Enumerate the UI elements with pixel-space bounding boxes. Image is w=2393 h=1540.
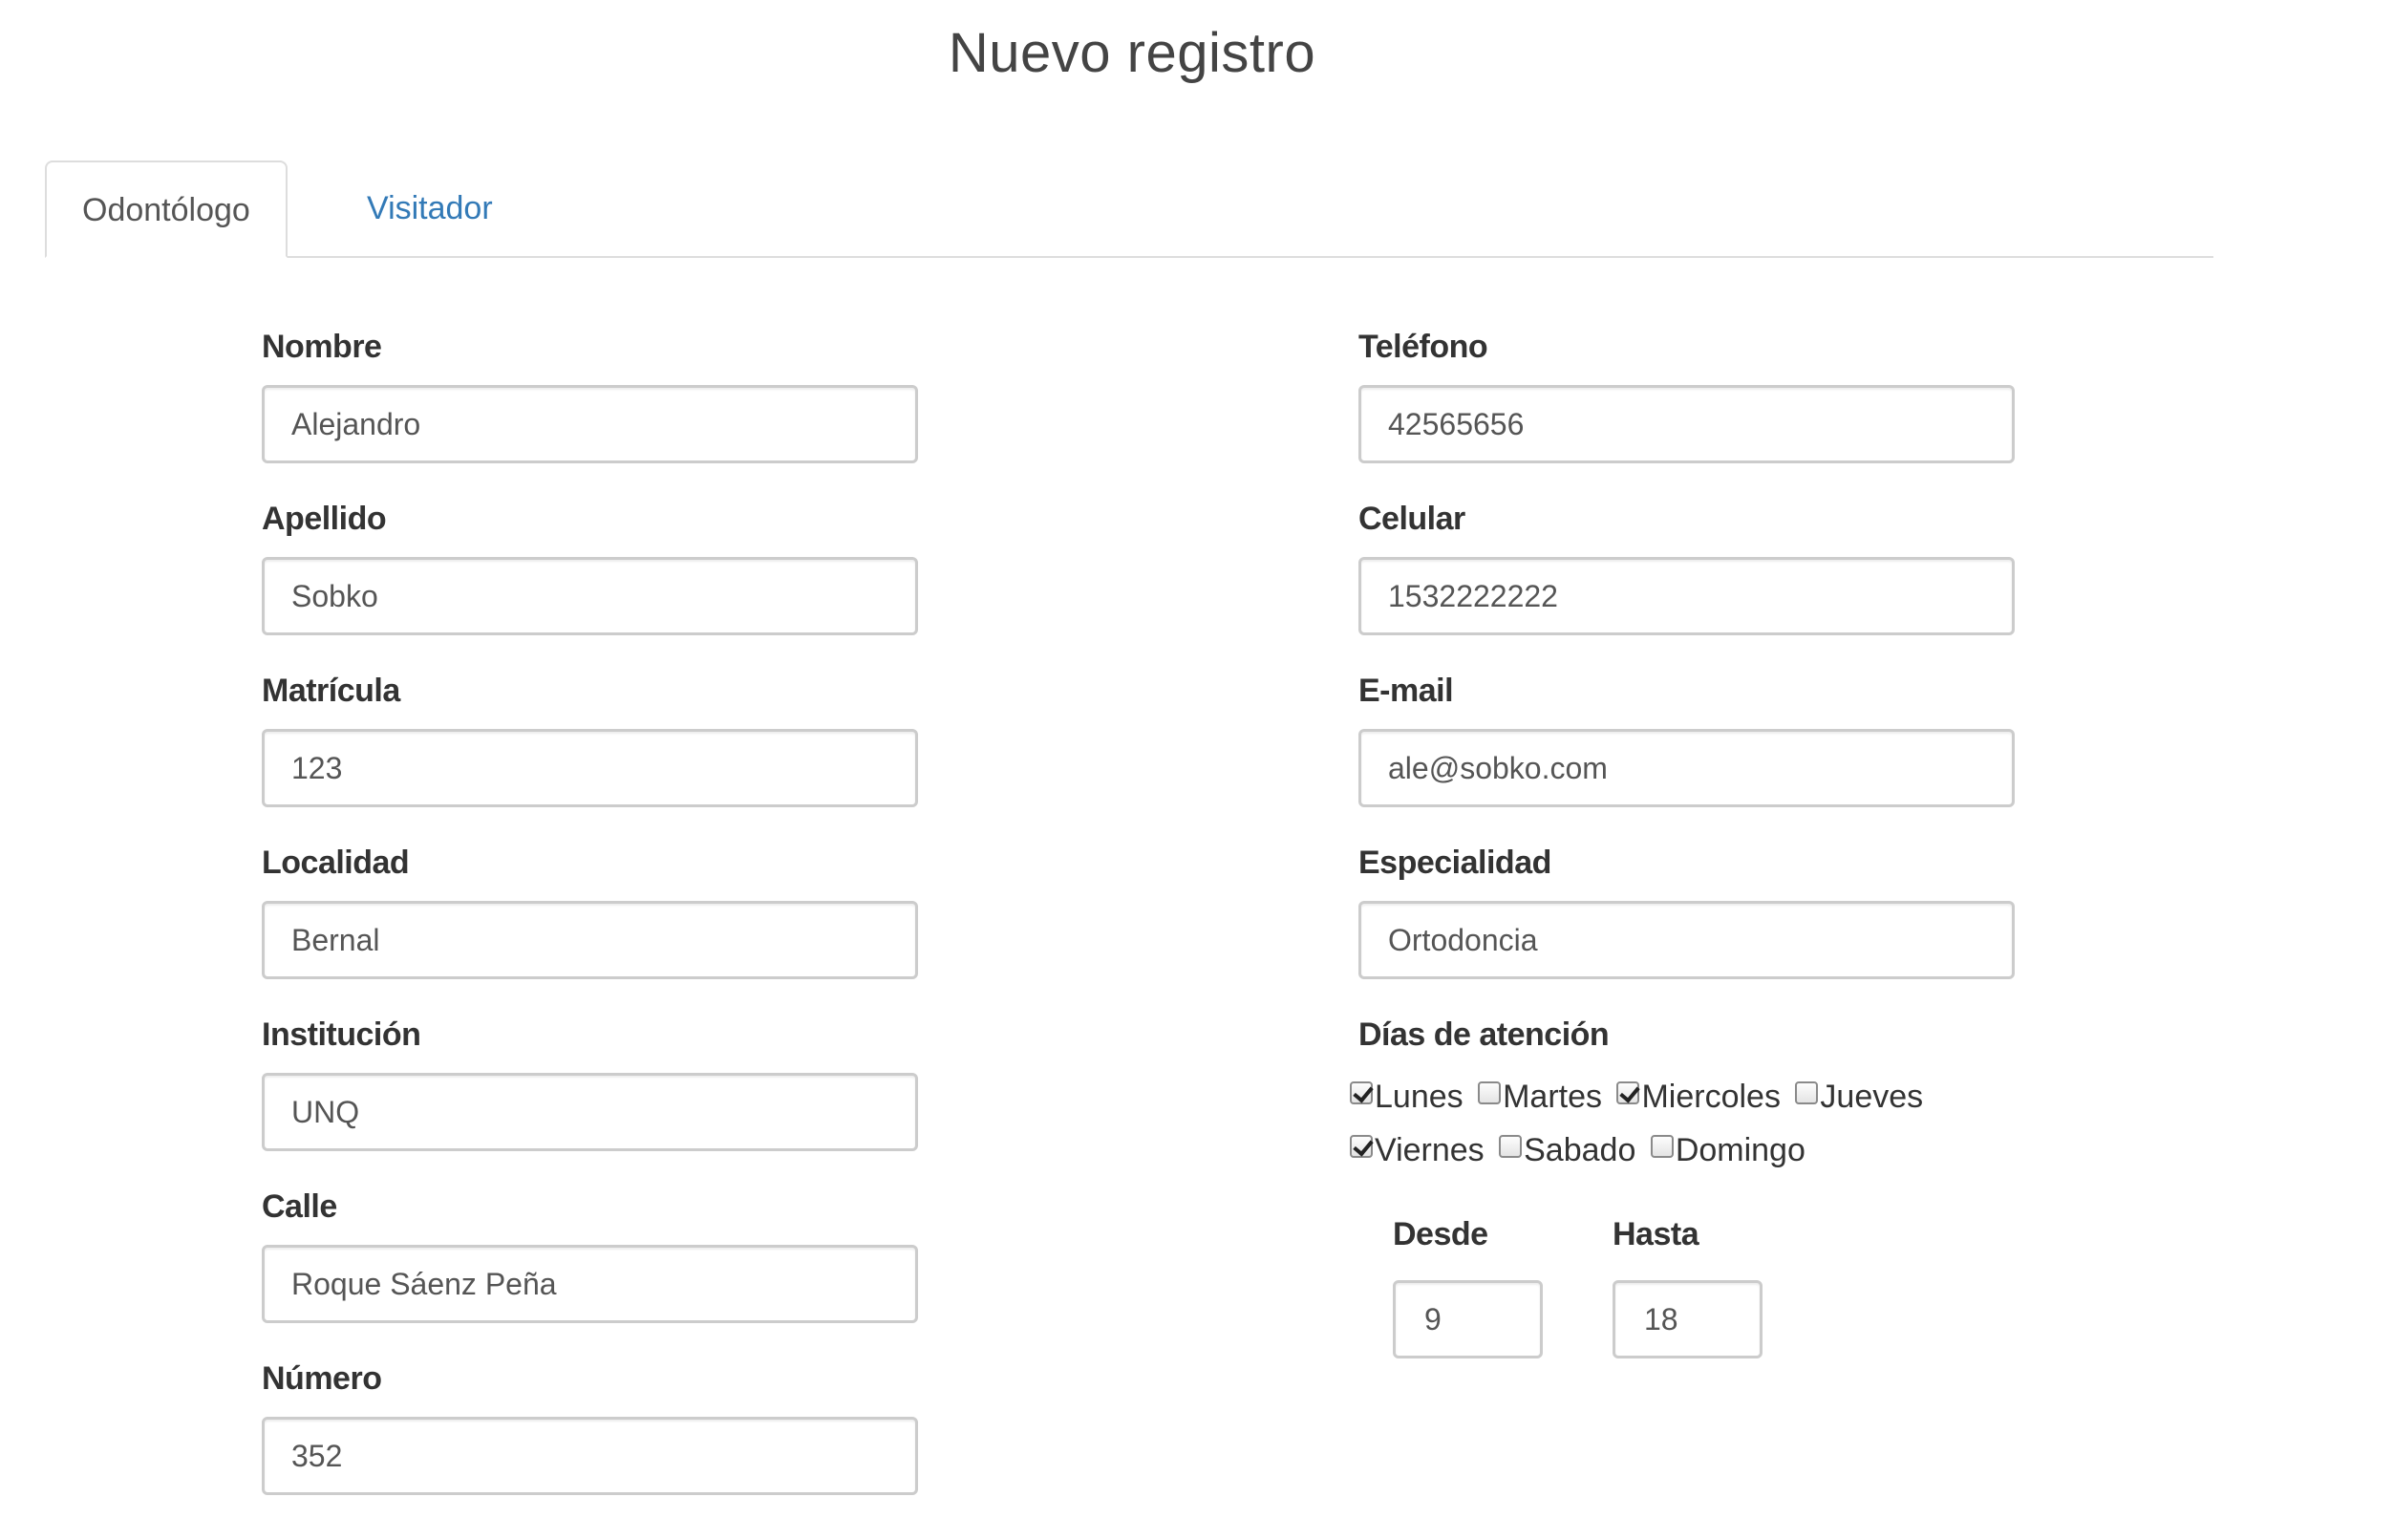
sabado-label: Sabado: [1524, 1132, 1636, 1168]
desde-label: Desde: [1393, 1216, 1488, 1252]
viernes-checkbox[interactable]: [1350, 1135, 1373, 1158]
dias-checkbox-list: Lunes Martes Miercoles Jueves Viernes Sa…: [1350, 1070, 1999, 1177]
hasta-input[interactable]: [1613, 1280, 1763, 1358]
miercoles-checkbox[interactable]: [1616, 1081, 1640, 1104]
hasta-label: Hasta: [1613, 1216, 1699, 1252]
especialidad-group: Especialidad: [1358, 844, 2015, 979]
apellido-label: Apellido: [262, 501, 387, 537]
day-martes[interactable]: Martes: [1478, 1070, 1608, 1123]
day-viernes[interactable]: Viernes: [1350, 1123, 1490, 1177]
numero-group: Número: [262, 1359, 918, 1495]
matricula-label: Matrícula: [262, 673, 400, 709]
tab-odontologo[interactable]: Odontólogo: [45, 160, 288, 258]
desde-input[interactable]: [1393, 1280, 1543, 1358]
numero-input[interactable]: [262, 1417, 918, 1495]
day-sabado[interactable]: Sabado: [1499, 1123, 1641, 1177]
nombre-input[interactable]: [262, 385, 918, 463]
day-jueves[interactable]: Jueves: [1795, 1070, 1929, 1123]
domingo-checkbox[interactable]: [1650, 1135, 1674, 1158]
institucion-input[interactable]: [262, 1073, 918, 1151]
nombre-label: Nombre: [262, 329, 382, 365]
dias-group: Días de atención: [1358, 1016, 1610, 1054]
martes-label: Martes: [1503, 1079, 1603, 1115]
institucion-group: Institución: [262, 1016, 918, 1151]
sabado-checkbox[interactable]: [1499, 1135, 1523, 1158]
calle-label: Calle: [262, 1188, 337, 1225]
matricula-input[interactable]: [262, 729, 918, 807]
desde-group: Desde: [1393, 1215, 1543, 1358]
localidad-label: Localidad: [262, 845, 410, 881]
email-input[interactable]: [1358, 729, 2015, 807]
especialidad-label: Especialidad: [1358, 845, 1551, 881]
email-label: E-mail: [1358, 673, 1454, 709]
tab-visitador[interactable]: Visitador: [331, 160, 528, 256]
day-lunes[interactable]: Lunes: [1350, 1070, 1469, 1123]
matricula-group: Matrícula: [262, 672, 918, 807]
page-title: Nuevo registro: [948, 22, 1316, 84]
tab-bar: Odontólogo Visitador: [45, 160, 2213, 258]
telefono-input[interactable]: [1358, 385, 2015, 463]
telefono-group: Teléfono: [1358, 328, 2015, 463]
lunes-label: Lunes: [1375, 1079, 1464, 1115]
apellido-input[interactable]: [262, 557, 918, 635]
celular-input[interactable]: [1358, 557, 2015, 635]
day-domingo[interactable]: Domingo: [1650, 1123, 1811, 1177]
calle-input[interactable]: [262, 1245, 918, 1323]
martes-checkbox[interactable]: [1478, 1081, 1502, 1104]
dias-label: Días de atención: [1358, 1016, 1610, 1053]
institucion-label: Institución: [262, 1016, 421, 1053]
viernes-label: Viernes: [1375, 1132, 1485, 1168]
localidad-group: Localidad: [262, 844, 918, 979]
lunes-checkbox[interactable]: [1350, 1081, 1373, 1104]
jueves-label: Jueves: [1820, 1079, 1924, 1115]
email-group: E-mail: [1358, 672, 2015, 807]
localidad-input[interactable]: [262, 901, 918, 979]
telefono-label: Teléfono: [1358, 329, 1488, 365]
celular-group: Celular: [1358, 500, 2015, 635]
nombre-group: Nombre: [262, 328, 918, 463]
miercoles-label: Miercoles: [1641, 1079, 1781, 1115]
hasta-group: Hasta: [1613, 1215, 1763, 1358]
day-miercoles[interactable]: Miercoles: [1616, 1070, 1785, 1123]
domingo-label: Domingo: [1675, 1132, 1805, 1168]
numero-label: Número: [262, 1360, 382, 1397]
calle-group: Calle: [262, 1187, 918, 1323]
jueves-checkbox[interactable]: [1795, 1081, 1819, 1104]
apellido-group: Apellido: [262, 500, 918, 635]
especialidad-input[interactable]: [1358, 901, 2015, 979]
celular-label: Celular: [1358, 501, 1465, 537]
